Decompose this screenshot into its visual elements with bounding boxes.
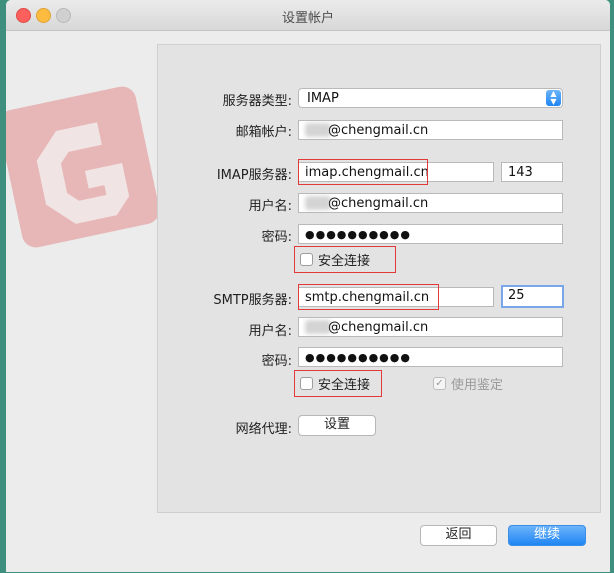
smtp-secure-highlight xyxy=(294,370,382,397)
smtp-username-label: 用户名: xyxy=(248,324,292,339)
server-type-value: IMAP xyxy=(307,91,339,106)
imap-host-highlight xyxy=(298,159,428,185)
smtp-password-field[interactable]: ●●●●●●●●●● xyxy=(298,347,563,367)
server-type-label: 服务器类型: xyxy=(222,94,292,109)
title-bar: 设置帐户 xyxy=(6,0,610,31)
email-domain-text: @chengmail.cn xyxy=(328,123,429,138)
imap-password-label: 密码: xyxy=(261,230,292,245)
smtp-password-label: 密码: xyxy=(261,354,292,369)
imap-username-text: @chengmail.cn xyxy=(328,196,429,211)
email-account-label: 邮箱帐户: xyxy=(235,125,292,140)
imap-username-label: 用户名: xyxy=(248,199,292,214)
smtp-auth-label: 使用鉴定 xyxy=(451,378,504,393)
account-setup-window: 设置帐户 服务器类型: IMAP ▲ ▼ 邮箱帐户: @chengmail.cn … xyxy=(6,0,610,572)
app-logo-icon xyxy=(6,86,160,248)
smtp-server-label: SMTP服务器: xyxy=(213,293,292,308)
imap-password-field[interactable]: ●●●●●●●●●● xyxy=(298,224,563,244)
smtp-port-field[interactable]: 25 xyxy=(501,285,564,308)
proxy-label: 网络代理: xyxy=(235,422,292,437)
continue-button[interactable]: 继续 xyxy=(508,525,586,546)
back-button[interactable]: 返回 xyxy=(420,525,497,546)
imap-port-field[interactable]: 143 xyxy=(501,162,563,182)
server-type-select[interactable]: IMAP ▲ ▼ xyxy=(298,88,563,108)
smtp-auth-checkbox[interactable]: ✓ xyxy=(433,377,446,390)
smtp-username-field[interactable]: @chengmail.cn xyxy=(298,317,563,337)
settings-panel xyxy=(157,44,601,513)
smtp-username-text: @chengmail.cn xyxy=(328,320,429,335)
email-account-field[interactable]: @chengmail.cn xyxy=(298,120,563,140)
proxy-settings-button[interactable]: 设置 xyxy=(298,415,376,436)
imap-secure-highlight xyxy=(294,246,396,273)
smtp-host-highlight xyxy=(298,284,439,310)
imap-server-label: IMAP服务器: xyxy=(216,168,292,183)
window-title: 设置帐户 xyxy=(281,11,334,26)
select-arrows-icon: ▲ ▼ xyxy=(546,90,561,106)
imap-username-field[interactable]: @chengmail.cn xyxy=(298,193,563,213)
